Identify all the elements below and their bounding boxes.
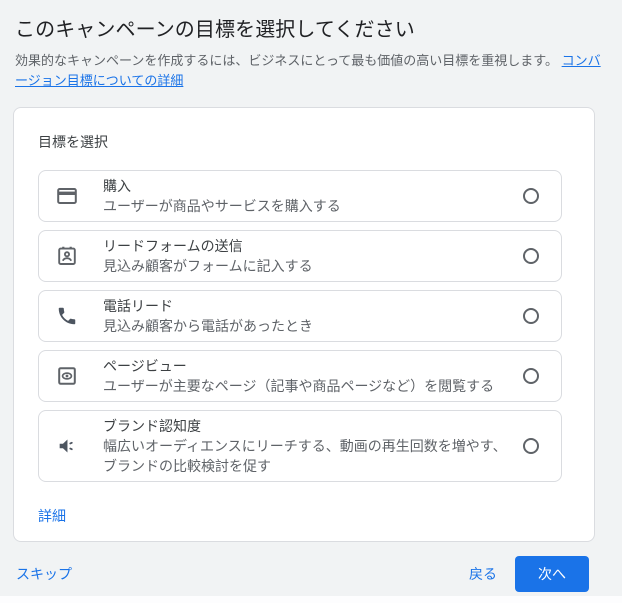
goal-option-text: リードフォームの送信 見込み顧客がフォームに記入する	[103, 236, 523, 276]
goal-option-phone-lead[interactable]: 電話リード 見込み顧客から電話があったとき	[38, 290, 562, 342]
goal-option-brand-awareness[interactable]: ブランド認知度 幅広いオーディエンスにリーチする、動画の再生回数を増やす、ブラン…	[38, 410, 562, 482]
goal-option-title: 購入	[103, 178, 131, 194]
goal-option-radio[interactable]	[523, 188, 539, 204]
page-subtitle: 効果的なキャンペーンを作成するには、ビジネスにとって最も価値の高い目標を重視しま…	[15, 51, 603, 91]
phone-icon	[55, 304, 79, 328]
page-header: このキャンペーンの目標を選択してください 効果的なキャンペーンを作成するには、ビ…	[0, 0, 622, 91]
back-button[interactable]: 戻る	[453, 556, 513, 592]
goal-option-radio[interactable]	[523, 368, 539, 384]
footer-bar: スキップ 戻る 次へ	[0, 556, 622, 592]
goal-option-radio[interactable]	[523, 248, 539, 264]
goal-option-page-view[interactable]: ページビュー ユーザーが主要なページ（記事や商品ページなど）を閲覧する	[38, 350, 562, 402]
goal-option-description: ユーザーが主要なページ（記事や商品ページなど）を閲覧する	[103, 378, 495, 394]
goal-option-radio[interactable]	[523, 308, 539, 324]
goal-option-title: 電話リード	[103, 298, 173, 314]
next-button[interactable]: 次へ	[515, 556, 589, 592]
bottom-edge-strip	[0, 596, 622, 603]
lead-form-icon	[55, 244, 79, 268]
goal-option-purchase[interactable]: 購入 ユーザーが商品やサービスを購入する	[38, 170, 562, 222]
goal-option-title: リードフォームの送信	[103, 238, 243, 254]
credit-card-icon	[55, 184, 79, 208]
goal-option-text: ブランド認知度 幅広いオーディエンスにリーチする、動画の再生回数を増やす、ブラン…	[103, 416, 523, 476]
page-subtitle-text: 効果的なキャンペーンを作成するには、ビジネスにとって最も価値の高い目標を重視しま…	[15, 53, 562, 68]
goal-option-lead-form[interactable]: リードフォームの送信 見込み顧客がフォームに記入する	[38, 230, 562, 282]
pageview-icon	[55, 364, 79, 388]
goal-option-title: ページビュー	[103, 358, 187, 374]
goal-option-description: 見込み顧客がフォームに記入する	[103, 258, 313, 274]
goal-option-radio[interactable]	[523, 438, 539, 454]
page-title: このキャンペーンの目標を選択してください	[15, 19, 415, 41]
skip-link[interactable]: スキップ	[16, 564, 72, 584]
goal-option-text: ページビュー ユーザーが主要なページ（記事や商品ページなど）を閲覧する	[103, 356, 523, 396]
goal-option-text: 購入 ユーザーが商品やサービスを購入する	[103, 176, 523, 216]
goal-option-description: ユーザーが商品やサービスを購入する	[103, 198, 341, 214]
goal-option-description: 幅広いオーディエンスにリーチする、動画の再生回数を増やす、ブランドの比較検討を促…	[103, 438, 507, 474]
goal-selection-card: 目標を選択 購入 ユーザーが商品やサービスを購入する リードフォームの送信 見込…	[13, 107, 595, 542]
goal-option-title: ブランド認知度	[103, 418, 201, 434]
goal-option-text: 電話リード 見込み顧客から電話があったとき	[103, 296, 523, 336]
brand-awareness-icon	[55, 434, 79, 458]
footer-actions: 戻る 次へ	[453, 556, 589, 592]
section-label: 目標を選択	[38, 134, 108, 150]
goal-option-description: 見込み顧客から電話があったとき	[103, 318, 313, 334]
details-link[interactable]: 詳細	[38, 506, 66, 526]
